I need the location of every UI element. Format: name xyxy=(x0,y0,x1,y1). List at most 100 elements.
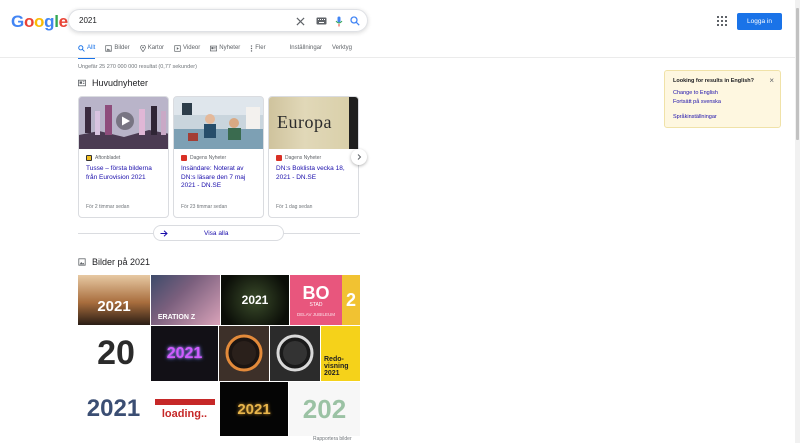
image-result[interactable]: 20 xyxy=(78,326,150,381)
loading-bar xyxy=(154,398,215,405)
change-to-english-link[interactable]: Change to English xyxy=(673,90,772,96)
logo-letter: o xyxy=(34,12,45,31)
search-box[interactable] xyxy=(68,9,368,32)
news-card[interactable]: Europa Dagens Nyheter DN:s Boklista veck… xyxy=(268,96,359,218)
tab-label: Verktyg xyxy=(332,45,353,51)
tab-spacer xyxy=(276,42,290,54)
google-logo[interactable]: Google xyxy=(11,12,68,32)
logo-letter: e xyxy=(58,12,68,31)
tab-label: Inställningar xyxy=(289,45,322,51)
image-result[interactable]: 2021 xyxy=(151,326,218,381)
images-heading: Bilder på 2021 xyxy=(78,257,150,267)
carousel-next-button[interactable] xyxy=(351,149,367,165)
image-text: BO xyxy=(302,282,330,303)
image-text: 2021 xyxy=(166,344,203,362)
map-pin-icon xyxy=(139,44,146,52)
image-text: 2021 xyxy=(237,400,271,418)
continue-swedish-link[interactable]: Fortsätt på svenska xyxy=(673,99,772,105)
language-settings-link[interactable]: Språkinställningar xyxy=(673,114,772,120)
search-tabs: Allt Bilder Kartor Videor Nyheter Fler I… xyxy=(78,42,362,59)
source-name: Dagens Nyheter xyxy=(285,155,322,161)
news-time: För 2 timmar sedan xyxy=(86,204,130,210)
image-text: 2021 xyxy=(86,395,141,422)
news-icon xyxy=(210,45,218,51)
news-thumbnail xyxy=(79,97,168,149)
news-card[interactable]: Aftonbladet Tusse – första bilderna från… xyxy=(78,96,169,218)
news-time: För 1 dag sedan xyxy=(276,204,313,210)
image-result[interactable]: 2 xyxy=(342,275,360,325)
image-result[interactable]: 2021 xyxy=(78,275,150,325)
image-result[interactable]: BO STAD DELAV JUBILEUM xyxy=(290,275,342,325)
ring-image xyxy=(219,326,269,381)
news-photo xyxy=(79,97,168,149)
image-text: DELAV JUBILEUM xyxy=(297,311,335,317)
dn-logo xyxy=(276,155,282,161)
tab-settings[interactable]: Inställningar xyxy=(290,42,322,54)
news-thumbnail xyxy=(174,97,263,149)
dn-logo xyxy=(181,155,187,161)
image-text: 20 xyxy=(97,334,135,372)
news-headline[interactable]: Tusse – första bilderna från Eurovision … xyxy=(86,165,161,182)
language-question: Looking for results in English? xyxy=(673,78,754,84)
tab-label: Allt xyxy=(87,45,96,51)
news-time: För 23 timmar sedan xyxy=(181,204,228,210)
image-text: 2021 xyxy=(97,297,131,315)
source-name: Dagens Nyheter xyxy=(190,155,227,161)
result-stats: Ungefär 25 270 000 000 resultat (0,77 se… xyxy=(78,64,197,70)
aftonbladet-logo xyxy=(86,155,92,161)
image-result[interactable]: 202 xyxy=(289,382,360,436)
tab-label: Kartor xyxy=(147,45,165,51)
tab-images[interactable]: Bilder xyxy=(105,42,130,54)
image-result[interactable] xyxy=(219,326,269,381)
ring-image xyxy=(270,326,320,381)
tab-tools[interactable]: Verktyg xyxy=(332,42,352,54)
scrollbar-thumb[interactable] xyxy=(796,8,799,140)
microphone-icon[interactable] xyxy=(333,15,345,27)
image-result[interactable]: loading.. xyxy=(150,382,219,436)
see-all-button[interactable]: Visa alla xyxy=(153,225,284,241)
see-all-label: Visa alla xyxy=(204,229,229,237)
image-result[interactable]: 2021 xyxy=(220,382,288,436)
news-card[interactable]: Dagens Nyheter Insändare: Noterat av DN:… xyxy=(173,96,264,218)
tab-more[interactable]: Fler xyxy=(250,42,266,54)
keyboard-icon[interactable] xyxy=(315,15,327,27)
image-result[interactable] xyxy=(270,326,320,381)
tab-videos[interactable]: Videor xyxy=(174,42,200,54)
arrow-right-icon xyxy=(160,229,168,237)
chevron-right-icon xyxy=(357,154,362,160)
image-text: ERATION Z xyxy=(157,313,196,321)
image-text: 202 xyxy=(302,393,347,424)
news-headline[interactable]: DN:s Boklista vecka 18, 2021 - DN.SE xyxy=(276,165,351,182)
image-text: STAD xyxy=(309,301,323,308)
news-headline[interactable]: Insändare: Noterat av DN:s läsare den 7 … xyxy=(181,165,256,191)
image-text: Redo- visning 2021 xyxy=(324,356,349,377)
search-icon[interactable] xyxy=(349,15,361,27)
tab-label: Videor xyxy=(183,45,201,51)
tab-news[interactable]: Nyheter xyxy=(210,42,240,54)
close-icon[interactable]: × xyxy=(769,77,774,85)
logo-letter: o xyxy=(23,12,35,31)
login-button[interactable]: Logga in xyxy=(737,13,782,30)
image-result[interactable]: ERATION Z xyxy=(151,275,220,325)
clear-icon[interactable] xyxy=(294,15,306,27)
tab-maps[interactable]: Kartor xyxy=(139,42,165,54)
image-text: loading.. xyxy=(161,407,208,420)
image-icon xyxy=(105,44,112,52)
image-text: 2 xyxy=(345,289,356,310)
image-result[interactable]: 2021 xyxy=(78,382,149,436)
tab-label: Bilder xyxy=(114,45,130,51)
news-source: Aftonbladet xyxy=(86,155,168,161)
section-title: Huvudnyheter xyxy=(92,78,149,88)
logo-letter: g xyxy=(44,12,55,31)
apps-grid-icon[interactable] xyxy=(717,16,727,26)
source-name: Aftonbladet xyxy=(95,155,121,161)
top-stories-heading: Huvudnyheter xyxy=(78,78,148,88)
image-result[interactable]: 2021 xyxy=(221,275,289,325)
tab-label: Nyheter xyxy=(219,45,241,51)
tab-all[interactable]: Allt xyxy=(78,42,96,59)
language-suggestion-box: Looking for results in English? × Change… xyxy=(664,70,781,128)
logo-letter: G xyxy=(11,12,24,31)
search-input[interactable] xyxy=(79,16,279,25)
image-result[interactable]: Redo- visning 2021 xyxy=(321,326,360,381)
report-images-link[interactable]: Rapportera bilder xyxy=(313,436,352,442)
